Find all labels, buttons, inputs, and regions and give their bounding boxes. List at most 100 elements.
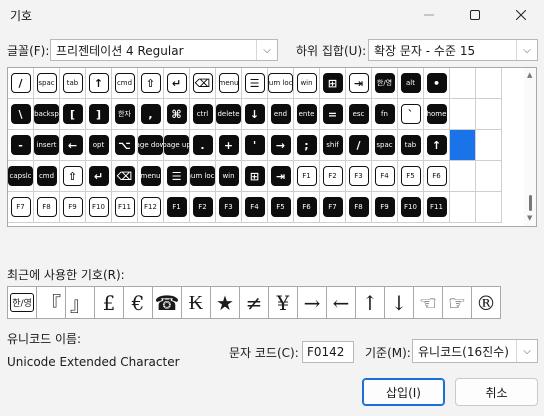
scroll-down-icon[interactable]: ▼: [527, 214, 532, 222]
symbol-cell[interactable]: ↑: [86, 68, 112, 99]
symbol-cell[interactable]: ←: [60, 130, 86, 161]
symbol-cell[interactable]: ]: [86, 99, 112, 130]
symbol-cell[interactable]: F8: [346, 192, 372, 223]
recent-symbol[interactable]: 『: [36, 286, 66, 319]
symbol-cell[interactable]: [: [60, 99, 86, 130]
symbol-cell[interactable]: ☰: [242, 68, 268, 99]
symbol-cell[interactable]: ⇥: [268, 161, 294, 192]
symbol-cell[interactable]: =: [320, 99, 346, 130]
close-icon[interactable]: [498, 0, 544, 30]
symbol-cell[interactable]: alt: [398, 68, 424, 99]
charcode-input[interactable]: F0142: [302, 341, 354, 363]
symbol-cell[interactable]: [476, 130, 502, 161]
symbol-cell[interactable]: ctrl: [190, 99, 216, 130]
symbol-cell[interactable]: home: [424, 99, 450, 130]
symbol-cell[interactable]: F11: [424, 192, 450, 223]
symbol-cell[interactable]: ;: [294, 130, 320, 161]
symbol-cell[interactable]: F12: [138, 192, 164, 223]
symbol-cell[interactable]: .: [190, 130, 216, 161]
symbol-cell[interactable]: ⊞: [320, 68, 346, 99]
recent-symbol[interactable]: 』: [65, 286, 95, 319]
symbol-cell[interactable]: page up: [164, 130, 190, 161]
symbol-cell[interactable]: ,: [138, 99, 164, 130]
symbol-cell[interactable]: ↑: [424, 130, 450, 161]
chevron-down-icon[interactable]: ⌵: [516, 340, 537, 362]
symbol-cell[interactable]: num lock: [190, 161, 216, 192]
symbol-cell[interactable]: F3: [216, 192, 242, 223]
symbol-cell[interactable]: F7: [8, 192, 34, 223]
symbol-cell[interactable]: 한자: [112, 99, 138, 130]
symbol-cell[interactable]: ⌥: [112, 130, 138, 161]
symbol-cell[interactable]: delete: [216, 99, 242, 130]
symbol-cell[interactable]: [450, 68, 476, 99]
recent-symbol[interactable]: ☜: [413, 286, 443, 319]
symbol-cell[interactable]: [450, 99, 476, 130]
symbol-cell[interactable]: win: [294, 68, 320, 99]
symbol-cell[interactable]: insert: [34, 130, 60, 161]
symbol-cell[interactable]: 한/영: [372, 68, 398, 99]
symbol-cell[interactable]: ⌘: [164, 99, 190, 130]
symbol-cell[interactable]: /: [8, 68, 34, 99]
symbol-cell[interactable]: F11: [112, 192, 138, 223]
symbol-cell[interactable]: esc: [346, 99, 372, 130]
scroll-thumb[interactable]: [529, 195, 532, 211]
symbol-cell[interactable]: [476, 99, 502, 130]
recent-symbol[interactable]: ☞: [442, 286, 472, 319]
symbol-cell[interactable]: end: [268, 99, 294, 130]
symbol-cell[interactable]: +: [216, 130, 242, 161]
symbol-cell[interactable]: F5: [398, 161, 424, 192]
symbol-cell[interactable]: /: [346, 130, 372, 161]
symbol-cell[interactable]: ⇧: [60, 161, 86, 192]
symbol-cell[interactable]: F4: [242, 192, 268, 223]
symbol-cell[interactable]: ⊞: [242, 161, 268, 192]
minimize-icon[interactable]: [406, 0, 452, 30]
symbol-cell[interactable]: shif: [320, 130, 346, 161]
symbol-cell[interactable]: ↵: [86, 161, 112, 192]
recent-symbol[interactable]: ☎: [152, 286, 182, 319]
symbol-cell[interactable]: •: [424, 68, 450, 99]
symbol-cell[interactable]: ': [242, 130, 268, 161]
symbol-cell[interactable]: capslc: [8, 161, 34, 192]
symbol-cell[interactable]: [476, 68, 502, 99]
chevron-down-icon[interactable]: ⌵: [256, 40, 277, 60]
symbol-cell[interactable]: menu: [138, 161, 164, 192]
grid-scrollbar[interactable]: ▲ ▼: [524, 68, 536, 226]
recent-symbol[interactable]: →: [297, 286, 327, 319]
symbol-cell[interactable]: F6: [294, 192, 320, 223]
symbol-cell[interactable]: F4: [372, 161, 398, 192]
recent-symbol[interactable]: ¥: [268, 286, 298, 319]
symbol-cell[interactable]: ente: [294, 99, 320, 130]
symbol-cell[interactable]: [450, 161, 476, 192]
recent-symbol[interactable]: ←: [326, 286, 356, 319]
symbol-cell[interactable]: tab: [60, 68, 86, 99]
symbol-cell[interactable]: [450, 130, 476, 161]
symbol-cell[interactable]: F9: [60, 192, 86, 223]
recent-symbol[interactable]: 한/영: [7, 286, 37, 319]
recent-symbol[interactable]: ↑: [355, 286, 385, 319]
recent-symbol[interactable]: ₭: [181, 286, 211, 319]
symbol-cell[interactable]: spac: [34, 68, 60, 99]
symbol-cell[interactable]: [450, 192, 476, 223]
symbol-cell[interactable]: `: [398, 99, 424, 130]
symbol-cell[interactable]: menu: [216, 68, 242, 99]
symbol-cell[interactable]: F1: [294, 161, 320, 192]
symbol-cell[interactable]: F2: [320, 161, 346, 192]
symbol-cell[interactable]: F8: [34, 192, 60, 223]
symbol-cell[interactable]: win: [216, 161, 242, 192]
symbol-cell[interactable]: F1: [164, 192, 190, 223]
symbol-cell[interactable]: →: [268, 130, 294, 161]
symbol-cell[interactable]: F5: [268, 192, 294, 223]
symbol-cell[interactable]: F10: [398, 192, 424, 223]
symbol-cell[interactable]: ⇧: [138, 68, 164, 99]
symbol-cell[interactable]: ⌫: [190, 68, 216, 99]
recent-symbol[interactable]: £: [94, 286, 124, 319]
symbol-cell[interactable]: -: [8, 130, 34, 161]
subset-select[interactable]: 확장 문자 - 수준 15 ⌵: [368, 39, 538, 61]
symbol-cell[interactable]: ☰: [164, 161, 190, 192]
symbol-cell[interactable]: page down: [138, 130, 164, 161]
symbol-cell[interactable]: fn: [372, 99, 398, 130]
symbol-cell[interactable]: F10: [86, 192, 112, 223]
symbol-cell[interactable]: tab: [398, 130, 424, 161]
symbol-cell[interactable]: cmd: [34, 161, 60, 192]
symbol-cell[interactable]: F7: [320, 192, 346, 223]
